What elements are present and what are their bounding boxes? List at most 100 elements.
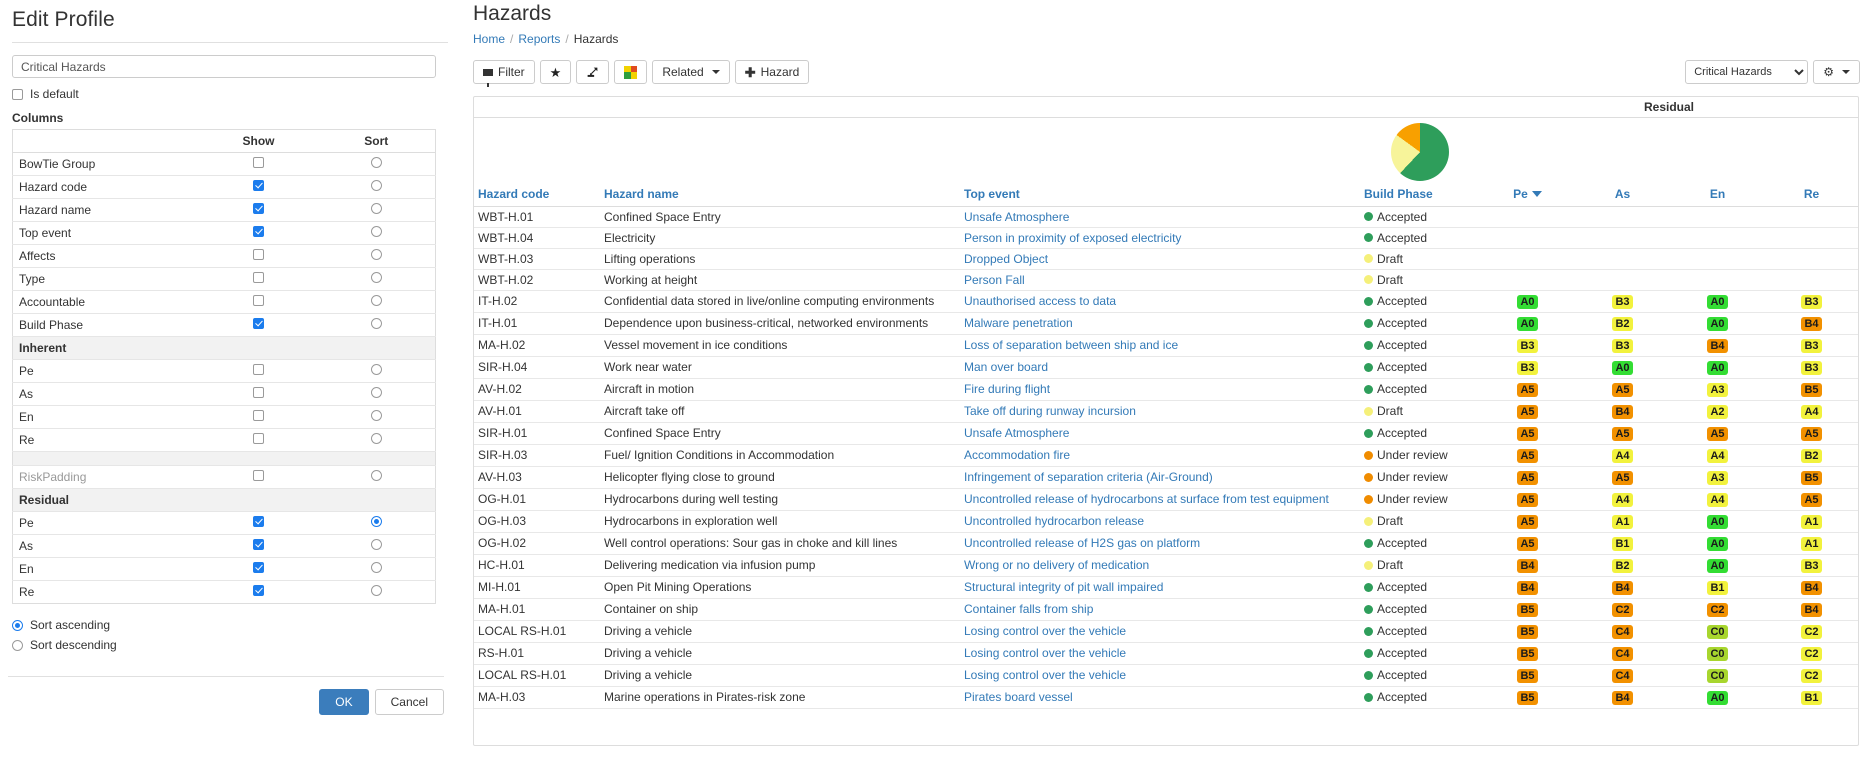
table-row[interactable]: AV-H.02Aircraft in motionFire during fli… xyxy=(474,378,1858,400)
risk-badge[interactable]: B4 xyxy=(1612,691,1633,705)
table-row[interactable]: WBT-H.01Confined Space EntryUnsafe Atmos… xyxy=(474,206,1858,227)
column-sort-radio[interactable] xyxy=(371,203,382,214)
column-header-topevent[interactable]: Top event xyxy=(960,184,1360,207)
risk-badge[interactable]: C4 xyxy=(1612,625,1633,639)
table-row[interactable]: LOCAL RS-H.01Driving a vehicleLosing con… xyxy=(474,664,1858,686)
column-show-checkbox[interactable] xyxy=(253,433,264,444)
table-row[interactable]: MI-H.01Open Pit Mining OperationsStructu… xyxy=(474,576,1858,598)
risk-badge[interactable]: C0 xyxy=(1707,647,1728,661)
column-header-code[interactable]: Hazard code xyxy=(474,184,600,207)
risk-badge[interactable]: A0 xyxy=(1707,361,1728,375)
risk-badge[interactable]: C0 xyxy=(1707,669,1728,683)
risk-badge[interactable]: B4 xyxy=(1707,339,1728,353)
top-event-link[interactable]: Structural integrity of pit wall impaire… xyxy=(964,580,1163,594)
sort-descending-radio[interactable] xyxy=(12,640,23,651)
risk-badge[interactable]: C0 xyxy=(1707,625,1728,639)
risk-matrix-button[interactable] xyxy=(614,60,647,84)
risk-badge[interactable]: A1 xyxy=(1801,537,1822,551)
column-show-checkbox[interactable] xyxy=(253,516,264,527)
table-row[interactable]: RS-H.01Driving a vehicleLosing control o… xyxy=(474,642,1858,664)
column-sort-radio[interactable] xyxy=(371,562,382,573)
risk-badge[interactable]: C2 xyxy=(1801,669,1822,683)
risk-badge[interactable]: C2 xyxy=(1801,625,1822,639)
column-sort-radio[interactable] xyxy=(371,364,382,375)
risk-badge[interactable]: B3 xyxy=(1612,295,1633,309)
risk-badge[interactable]: B3 xyxy=(1801,295,1822,309)
column-sort-radio[interactable] xyxy=(371,470,382,481)
sort-ascending-radio[interactable] xyxy=(12,620,23,631)
column-sort-radio[interactable] xyxy=(371,410,382,421)
table-row[interactable]: HC-H.01Delivering medication via infusio… xyxy=(474,554,1858,576)
table-row[interactable]: LOCAL RS-H.01Driving a vehicleLosing con… xyxy=(474,620,1858,642)
risk-badge[interactable]: A5 xyxy=(1612,471,1633,485)
top-event-link[interactable]: Person Fall xyxy=(964,273,1025,287)
column-sort-radio[interactable] xyxy=(371,295,382,306)
risk-badge[interactable]: A1 xyxy=(1801,515,1822,529)
top-event-link[interactable]: Pirates board vessel xyxy=(964,690,1073,704)
table-row[interactable]: OG-H.01Hydrocarbons during well testingU… xyxy=(474,488,1858,510)
risk-badge[interactable]: B4 xyxy=(1801,317,1822,331)
risk-badge[interactable]: C4 xyxy=(1612,647,1633,661)
column-sort-radio[interactable] xyxy=(371,539,382,550)
risk-badge[interactable]: A4 xyxy=(1612,449,1633,463)
table-row[interactable]: SIR-H.03Fuel/ Ignition Conditions in Acc… xyxy=(474,444,1858,466)
breadcrumb-item-reports[interactable]: Reports xyxy=(518,32,560,46)
column-show-checkbox[interactable] xyxy=(253,539,264,550)
risk-badge[interactable]: A4 xyxy=(1707,493,1728,507)
residual-pie-chart[interactable] xyxy=(1391,123,1449,181)
table-row[interactable]: IT-H.01Dependence upon business-critical… xyxy=(474,312,1858,334)
column-sort-radio[interactable] xyxy=(371,516,382,527)
risk-badge[interactable]: A5 xyxy=(1517,493,1538,507)
filter-button[interactable]: Filter xyxy=(473,60,535,84)
risk-badge[interactable]: B2 xyxy=(1612,317,1633,331)
risk-badge[interactable]: B3 xyxy=(1801,361,1822,375)
profile-name-input[interactable] xyxy=(12,55,436,78)
top-event-link[interactable]: Man over board xyxy=(964,360,1048,374)
table-row[interactable]: WBT-H.04ElectricityPerson in proximity o… xyxy=(474,227,1858,248)
column-header-phase[interactable]: Build Phase xyxy=(1360,184,1480,207)
table-row[interactable]: OG-H.03Hydrocarbons in exploration wellU… xyxy=(474,510,1858,532)
risk-badge[interactable]: A3 xyxy=(1707,471,1728,485)
ok-button[interactable]: OK xyxy=(319,689,368,715)
column-sort-radio[interactable] xyxy=(371,272,382,283)
top-event-link[interactable]: Infringement of separation criteria (Air… xyxy=(964,470,1213,484)
top-event-link[interactable]: Losing control over the vehicle xyxy=(964,624,1126,638)
risk-badge[interactable]: A5 xyxy=(1517,537,1538,551)
risk-badge[interactable]: A4 xyxy=(1612,493,1633,507)
top-event-link[interactable]: Uncontrolled release of hydrocarbons at … xyxy=(964,492,1329,506)
column-sort-radio[interactable] xyxy=(371,226,382,237)
risk-badge[interactable]: B5 xyxy=(1517,625,1538,639)
column-show-checkbox[interactable] xyxy=(253,295,264,306)
top-event-link[interactable]: Accommodation fire xyxy=(964,448,1070,462)
risk-badge[interactable]: A5 xyxy=(1517,515,1538,529)
column-sort-radio[interactable] xyxy=(371,585,382,596)
sort-ascending-row[interactable]: Sort ascending xyxy=(12,618,448,632)
risk-badge[interactable]: A5 xyxy=(1801,427,1822,441)
top-event-link[interactable]: Loss of separation between ship and ice xyxy=(964,338,1178,352)
cancel-button[interactable]: Cancel xyxy=(375,689,444,715)
top-event-link[interactable]: Malware penetration xyxy=(964,316,1073,330)
risk-badge[interactable]: B1 xyxy=(1707,581,1728,595)
related-dropdown-button[interactable]: Related xyxy=(652,60,729,84)
risk-badge[interactable]: A0 xyxy=(1707,537,1728,551)
column-header-re[interactable]: Re xyxy=(1765,184,1858,207)
column-show-checkbox[interactable] xyxy=(253,585,264,596)
risk-badge[interactable]: B1 xyxy=(1801,691,1822,705)
table-row[interactable]: MA-H.03Marine operations in Pirates-risk… xyxy=(474,686,1858,708)
risk-badge[interactable]: B2 xyxy=(1612,559,1633,573)
risk-badge[interactable]: B5 xyxy=(1517,603,1538,617)
risk-badge[interactable]: B5 xyxy=(1517,691,1538,705)
risk-badge[interactable]: A0 xyxy=(1707,317,1728,331)
risk-badge[interactable]: A5 xyxy=(1612,427,1633,441)
risk-badge[interactable]: A5 xyxy=(1517,383,1538,397)
risk-badge[interactable]: A0 xyxy=(1707,559,1728,573)
column-sort-radio[interactable] xyxy=(371,318,382,329)
top-event-link[interactable]: Unsafe Atmosphere xyxy=(964,210,1069,224)
top-event-link[interactable]: Losing control over the vehicle xyxy=(964,646,1126,660)
risk-badge[interactable]: B5 xyxy=(1801,383,1822,397)
top-event-link[interactable]: Uncontrolled hydrocarbon release xyxy=(964,514,1144,528)
breadcrumb-item-home[interactable]: Home xyxy=(473,32,505,46)
table-row[interactable]: SIR-H.04Work near waterMan over boardAcc… xyxy=(474,356,1858,378)
favorite-button[interactable]: ★ xyxy=(540,60,572,84)
top-event-link[interactable]: Uncontrolled release of H2S gas on platf… xyxy=(964,536,1200,550)
